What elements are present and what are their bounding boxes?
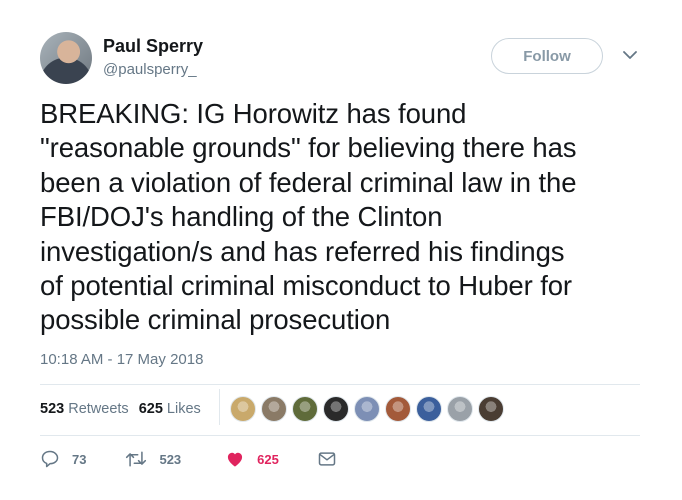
retweets-stat-count: 523: [40, 401, 65, 417]
likes-stat-count: 625: [138, 401, 163, 417]
liker-avatar[interactable]: [323, 396, 349, 422]
retweet-count: 523: [159, 451, 182, 467]
liker-avatar[interactable]: [292, 396, 318, 422]
reply-button[interactable]: 73: [40, 449, 86, 469]
action-bar: 73 523 625: [40, 449, 337, 469]
chevron-down-icon[interactable]: [620, 48, 640, 62]
liker-avatar[interactable]: [385, 396, 411, 422]
avatar[interactable]: [40, 32, 92, 84]
liker-avatar[interactable]: [447, 396, 473, 422]
envelope-icon: [318, 452, 336, 466]
retweet-icon: [126, 451, 147, 467]
tweet-line: "reasonable grounds" for believing there…: [40, 132, 577, 164]
retweets-stat[interactable]: 523 Retweets: [40, 401, 129, 417]
divider: [40, 435, 640, 436]
tweet-line: possible criminal prosecution: [40, 304, 391, 336]
likes-stat-label: Likes: [166, 401, 201, 417]
tweet-line: of potential criminal misconduct to Hube…: [40, 270, 572, 302]
tweet-line: BREAKING: IG Horowitz has found: [40, 98, 467, 129]
user-name[interactable]: Paul Sperry: [103, 36, 203, 57]
reply-icon: [41, 450, 59, 468]
like-button[interactable]: 625: [225, 449, 279, 469]
engagement-stats: 523 Retweets 625 Likes: [40, 401, 211, 417]
stats-separator: [219, 389, 220, 425]
retweet-button[interactable]: 523: [125, 449, 181, 469]
liker-avatar[interactable]: [261, 396, 287, 422]
retweets-stat-label: Retweets: [68, 401, 129, 417]
likes-stat[interactable]: 625 Likes: [139, 401, 201, 417]
heart-icon: [228, 452, 243, 467]
tweet-line: investigation/s and has referred his fin…: [40, 235, 565, 267]
liker-avatar[interactable]: [230, 396, 256, 422]
liker-avatar[interactable]: [354, 396, 380, 422]
direct-message-button[interactable]: [317, 450, 337, 468]
reply-count: 73: [72, 451, 87, 467]
tweet-timestamp[interactable]: 10:18 AM - 17 May 2018: [40, 351, 203, 368]
tweet-line: been a violation of federal criminal law…: [40, 166, 577, 198]
divider: [40, 384, 640, 385]
liker-avatar[interactable]: [416, 396, 442, 422]
user-handle[interactable]: @paulsperry_: [103, 61, 197, 78]
liker-avatars: [230, 396, 509, 422]
liker-avatar[interactable]: [478, 396, 504, 422]
follow-button[interactable]: Follow: [491, 38, 603, 74]
tweet-text: BREAKING: IG Horowitz has found "reasona…: [40, 97, 655, 338]
like-count: 625: [257, 451, 279, 467]
tweet-line: FBI/DOJ's handling of the Clinton: [40, 201, 443, 233]
